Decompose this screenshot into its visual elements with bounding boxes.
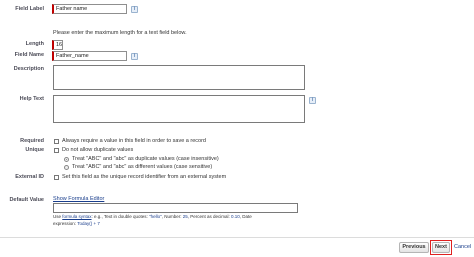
field-name-label: Field Name	[14, 52, 44, 58]
show-formula-editor-link[interactable]: Show Formula Editor	[53, 196, 104, 203]
length-input[interactable]: 16	[52, 40, 63, 50]
description-textarea[interactable]	[53, 65, 305, 90]
required-checkbox[interactable]	[54, 139, 59, 144]
unique-label: Unique	[25, 147, 44, 153]
default-value-hint: Use formula syntax: e.g., Text in double…	[53, 214, 252, 227]
field-label-info-icon[interactable]: i	[131, 6, 138, 13]
external-id-text: Set this field as the unique record iden…	[62, 174, 227, 180]
unique-option-insensitive: Treat "ABC" and "abc" as duplicate value…	[72, 156, 219, 162]
unique-case-sensitive-radio[interactable]	[64, 165, 69, 170]
hint-use: Use	[53, 214, 63, 219]
required-text: Always require a value in this field in …	[62, 138, 206, 144]
hint-date: , Date	[239, 214, 252, 219]
footer-divider	[0, 237, 474, 238]
hint-mid: : e.g., Text in double quotes:	[91, 214, 149, 219]
field-label-input[interactable]: Father name	[52, 4, 127, 14]
hint-ex1: "hello"	[149, 214, 162, 219]
hint-num: , Number:	[161, 214, 183, 219]
length-hint: Please enter the maximum length for a te…	[53, 30, 187, 36]
external-id-checkbox[interactable]	[54, 175, 59, 180]
unique-checkbox[interactable]	[54, 148, 59, 153]
hint-pct: , Percent as decimal:	[187, 214, 232, 219]
default-value-label: Default Value	[9, 197, 44, 203]
cancel-link[interactable]: Cancel	[454, 244, 471, 251]
help-text-label: Help Text	[19, 96, 44, 102]
unique-option-sensitive: Treat "ABC" and "abc" as different value…	[72, 164, 213, 170]
unique-case-insensitive-radio[interactable]	[64, 157, 69, 162]
previous-button[interactable]: Previous	[399, 242, 429, 253]
default-value-input[interactable]	[53, 203, 298, 213]
description-label: Description	[13, 66, 44, 72]
field-name-info-icon[interactable]: i	[131, 53, 138, 60]
field-name-input[interactable]: Father_name	[52, 51, 127, 61]
next-button-highlight	[430, 240, 452, 255]
help-text-info-icon[interactable]: i	[309, 97, 316, 104]
required-label: Required	[20, 138, 44, 144]
field-label-label: Field Label	[15, 6, 44, 12]
hint-ex3: 0.10	[231, 214, 240, 219]
external-id-label: External ID	[15, 174, 44, 180]
formula-syntax-link[interactable]: formula syntax	[62, 214, 91, 219]
hint-ex4: Today() + 7	[77, 220, 100, 226]
hint-line2: expression:	[53, 220, 78, 226]
length-label: Length	[25, 41, 44, 47]
help-text-textarea[interactable]	[53, 95, 305, 123]
unique-text: Do not allow duplicate values	[62, 147, 134, 153]
